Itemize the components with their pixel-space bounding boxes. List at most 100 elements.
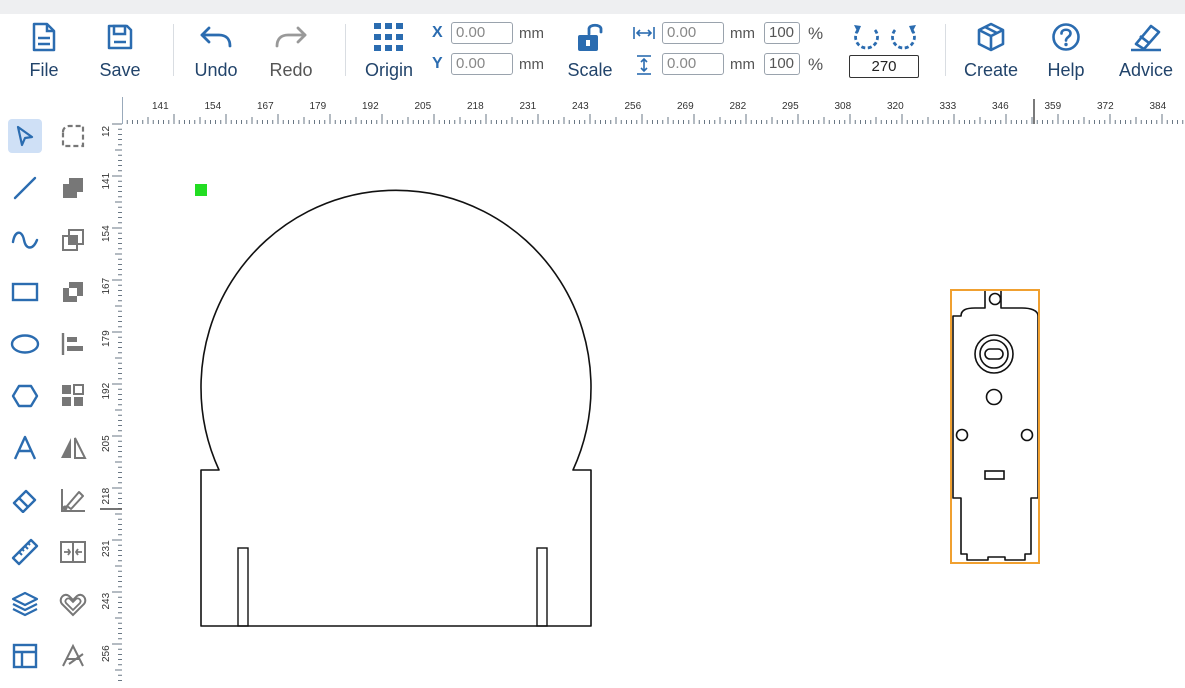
x-input[interactable]: 0.00 — [451, 22, 513, 44]
file-icon — [27, 20, 61, 54]
offset-tool[interactable] — [56, 587, 90, 621]
layout-tool[interactable] — [8, 639, 42, 673]
mirror-icon — [61, 437, 87, 459]
ruler-label: 372 — [1097, 101, 1114, 112]
design-canvas[interactable] — [122, 124, 1185, 683]
ruler-label: 167 — [101, 277, 112, 294]
text-tool[interactable] — [8, 431, 42, 465]
width-input[interactable]: 0.00 — [662, 22, 724, 44]
vertical-ruler[interactable]: 12141154167179192205218231243256269 — [98, 97, 123, 683]
text-a-icon — [13, 435, 37, 460]
height-input[interactable]: 0.00 — [662, 53, 724, 75]
curve-icon — [11, 231, 39, 249]
ruler-label: 384 — [1150, 101, 1167, 112]
line-tool[interactable] — [8, 171, 42, 205]
ruler-label: 359 — [1045, 101, 1062, 112]
panel-slot-left[interactable] — [237, 547, 249, 627]
origin-marker[interactable] — [195, 184, 207, 196]
layout-icon — [12, 643, 38, 669]
advice-button[interactable]: Advice — [1114, 20, 1178, 86]
ruler-label: 269 — [677, 101, 694, 112]
x-label: X — [432, 24, 443, 41]
curve-tool[interactable] — [8, 223, 42, 257]
ruler-label: 320 — [887, 101, 904, 112]
hexagon-icon — [11, 384, 39, 408]
ruler-label: 167 — [257, 101, 274, 112]
ruler-label: 346 — [992, 101, 1009, 112]
rotate-ccw-icon[interactable] — [851, 22, 881, 57]
ruler-label: 243 — [572, 101, 589, 112]
height-percent-input[interactable]: 100 — [764, 53, 800, 75]
height-percent-sign: % — [808, 55, 824, 74]
toolbar: File Save Undo Redo Origin X 0.00 mm Y 0… — [0, 14, 1185, 90]
rotate-cw-icon[interactable] — [889, 22, 919, 57]
create-label: Create — [963, 60, 1019, 80]
redo-icon — [274, 20, 308, 54]
distribute-tool[interactable] — [56, 535, 90, 569]
width-unit: mm — [730, 25, 755, 42]
scale-lock-button[interactable]: Scale — [566, 20, 614, 86]
line-icon — [13, 176, 37, 200]
ruler-label: 231 — [101, 540, 112, 557]
ruler-label: 192 — [362, 101, 379, 112]
redo-button[interactable]: Redo — [268, 20, 314, 86]
create-button[interactable]: Create — [962, 20, 1020, 86]
horizontal-ruler[interactable]: mm 1411541671791922052182312432562692822… — [98, 97, 1185, 125]
boolean-subtract-tool[interactable] — [56, 275, 90, 309]
eraser-tool[interactable] — [8, 483, 42, 517]
boolean-union-tool[interactable] — [56, 171, 90, 205]
left-toolbar — [0, 104, 98, 683]
rounded-corner-tool[interactable] — [56, 119, 90, 153]
intersect-icon — [62, 229, 84, 251]
measure-tool[interactable] — [8, 535, 42, 569]
file-label: File — [29, 60, 59, 80]
select-tool[interactable] — [8, 119, 42, 153]
undo-button[interactable]: Undo — [192, 20, 240, 86]
top-strip — [0, 0, 1185, 14]
align-tool[interactable] — [56, 327, 90, 361]
ellipse-tool[interactable] — [8, 327, 42, 361]
advice-label: Advice — [1118, 60, 1174, 80]
ruler-label: 218 — [101, 487, 112, 504]
x-unit: mm — [519, 25, 544, 42]
ruler-label: 308 — [835, 101, 852, 112]
mirror-tool[interactable] — [56, 431, 90, 465]
scale-label: Scale — [567, 60, 613, 80]
layers-tool[interactable] — [8, 587, 42, 621]
distribute-icon — [60, 541, 86, 563]
width-percent-input[interactable]: 100 — [764, 22, 800, 44]
weld-tool[interactable] — [56, 639, 90, 673]
panel-slot-right[interactable] — [536, 547, 548, 627]
ruler-label: 218 — [467, 101, 484, 112]
edit-node-tool[interactable] — [56, 483, 90, 517]
width-percent-sign: % — [808, 24, 824, 43]
toolbar-separator — [945, 24, 946, 76]
dome-panel-shape[interactable] — [200, 189, 592, 627]
origin-button[interactable]: Origin — [361, 20, 417, 86]
align-left-icon — [61, 333, 83, 355]
polygon-tool[interactable] — [8, 379, 42, 413]
ruler-label: 154 — [101, 225, 112, 242]
ruler-icon — [11, 538, 39, 566]
file-button[interactable]: File — [26, 20, 62, 86]
help-button[interactable]: Help — [1045, 20, 1087, 86]
ruler-label: 256 — [101, 645, 112, 662]
origin-grid-icon — [372, 20, 406, 54]
motor-bracket-part[interactable] — [952, 289, 1039, 561]
ruler-label: 256 — [625, 101, 642, 112]
ruler-label: 282 — [730, 101, 747, 112]
eraser-icon — [12, 489, 37, 513]
weld-icon — [62, 643, 84, 667]
array-tool[interactable] — [56, 379, 90, 413]
save-button[interactable]: Save — [98, 20, 142, 86]
toolbar-separator — [173, 24, 174, 76]
toolbar-separator — [345, 24, 346, 76]
ruler-label: 205 — [415, 101, 432, 112]
rectangle-tool[interactable] — [8, 275, 42, 309]
ruler-label: 12 — [101, 125, 112, 137]
y-input[interactable]: 0.00 — [451, 53, 513, 75]
ruler-label: 154 — [205, 101, 222, 112]
rotation-input[interactable]: 270 — [849, 55, 919, 78]
selection-bounding-box[interactable] — [950, 289, 1040, 564]
boolean-intersect-tool[interactable] — [56, 223, 90, 257]
